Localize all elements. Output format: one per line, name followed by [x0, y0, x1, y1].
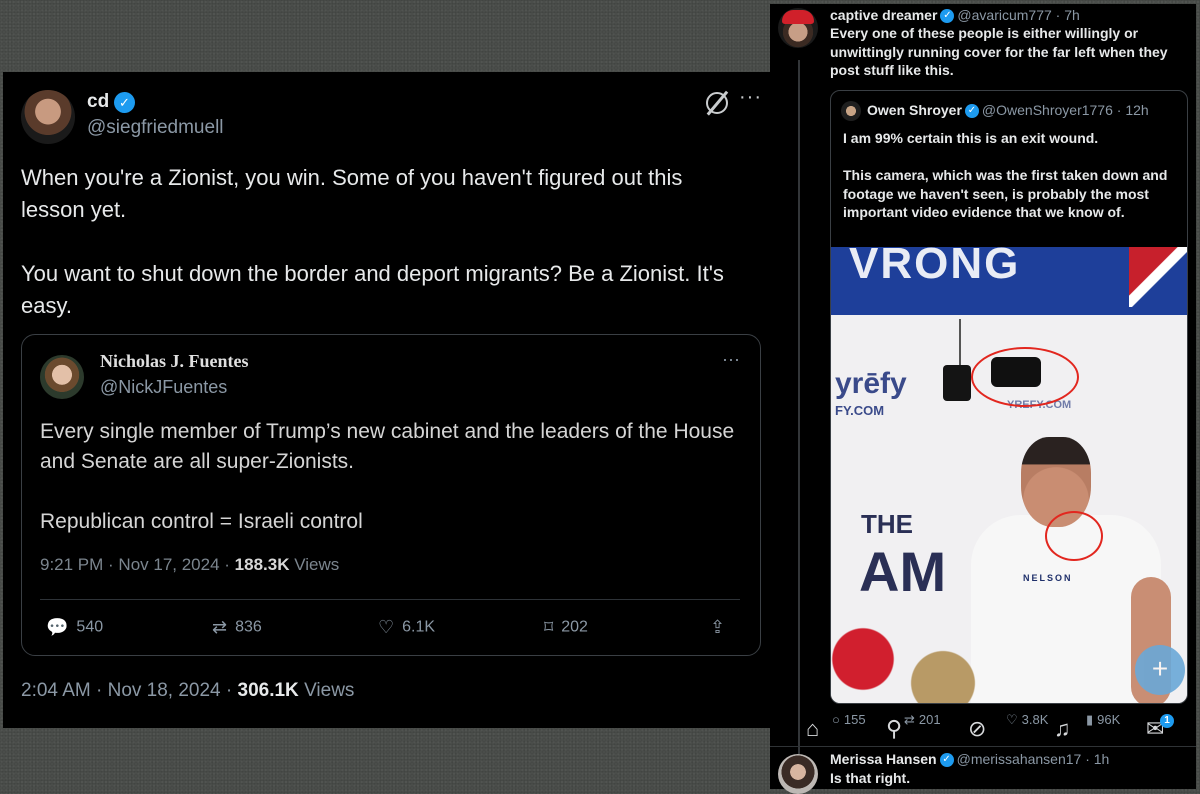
tweet-time: 2:04 AM · Nov 18, 2024 · — [21, 680, 238, 701]
thread-connector — [798, 60, 800, 754]
backdrop-brand: yrēfy — [835, 367, 907, 400]
verified-badge-icon: ✓ — [940, 9, 955, 24]
quote-author-name[interactable]: Owen Shroyer — [867, 102, 962, 118]
grok-icon[interactable]: ⊘ — [968, 716, 986, 742]
share-icon: ⇪ — [710, 617, 726, 637]
tweet-text: When you're a Zionist, you win. Some of … — [21, 165, 724, 318]
like-button[interactable]: ♡ 6.1K — [378, 617, 435, 638]
avatar[interactable] — [841, 101, 861, 121]
reply-author-handle[interactable]: @avaricum777 · 7h — [957, 7, 1079, 23]
annotation-circle — [1045, 511, 1103, 561]
reply-count: 155 — [843, 712, 866, 727]
backdrop-url: FY.COM — [835, 403, 885, 418]
avatar[interactable] — [40, 355, 84, 399]
right-thread-card: captive dreamer ✓ @avaricum777 · 7h Every … — [770, 4, 1196, 794]
messages-badge: 1 — [1160, 714, 1174, 728]
backdrop-word-2: AM — [859, 540, 947, 603]
banner-text: VRONG — [849, 247, 1021, 288]
repost-icon: ⇄ — [212, 617, 228, 637]
like-count: 3.8K — [1021, 712, 1049, 727]
quote-views-count: 188.3K — [234, 555, 290, 574]
reply-icon: ○ — [832, 712, 840, 727]
grok-icon[interactable] — [706, 92, 728, 114]
avatar[interactable] — [778, 8, 818, 48]
reply-count: 540 — [76, 618, 104, 636]
repost-count: 836 — [235, 618, 262, 636]
quote-author-name[interactable]: Nicholas J. Fuentes — [100, 351, 249, 372]
tweet-timestamp: 2:04 AM · Nov 18, 2024 · 306.1K Views — [21, 680, 354, 702]
reply-button[interactable]: 💬 540 — [46, 617, 103, 638]
quote-author-handle[interactable]: @NickJFuentes — [100, 377, 227, 398]
home-icon[interactable]: ⌂ — [806, 716, 819, 742]
quoted-tweet[interactable]: Nicholas J. Fuentes @NickJFuentes ··· Ev… — [21, 334, 761, 656]
quote-views-label: Views — [289, 555, 340, 574]
repost-button[interactable]: ⇄ 201 — [904, 712, 941, 728]
reply-header: captive dreamer ✓ @avaricum777 · 7h — [830, 7, 1080, 24]
reply-text: Every one of these people is either will… — [830, 25, 1168, 78]
bookmark-count: 202 — [561, 618, 588, 636]
bookmark-button[interactable]: ⌑ 202 — [544, 617, 588, 638]
verified-badge-icon: ✓ — [939, 753, 954, 768]
reply-text: Is that right. — [830, 770, 911, 786]
more-options-icon[interactable]: ··· — [739, 86, 762, 109]
repost-count: 201 — [918, 712, 941, 727]
bookmark-icon: ⌑ — [544, 617, 554, 637]
quote-author-handle[interactable]: @OwenShroyer1776 · 12h — [982, 102, 1149, 118]
views-icon: ▮ — [1086, 712, 1094, 727]
compose-plus-icon[interactable]: + — [1135, 645, 1185, 695]
shirt-text: NELSON — [1023, 573, 1073, 583]
avatar[interactable] — [21, 90, 75, 144]
quote-timestamp: 9:21 PM · Nov 17, 2024 · 188.3K Views — [40, 555, 339, 575]
backdrop-word: THE — [861, 509, 913, 539]
heart-icon: ♡ — [378, 617, 395, 637]
camera-body — [943, 365, 971, 401]
views-button[interactable]: ▮ 96K — [1086, 712, 1120, 728]
left-tweet-card: cd ✓ @siegfriedmuell ··· When you're a Z… — [3, 72, 770, 728]
quoted-tweet[interactable]: Owen Shroyer ✓ @OwenShroyer1776 · 12h I am… — [830, 90, 1188, 704]
divider — [40, 599, 740, 600]
like-button[interactable]: ♡ 3.8K — [1006, 712, 1048, 728]
avatar[interactable] — [778, 754, 818, 794]
share-button[interactable]: ⇪ — [710, 617, 733, 638]
views-count: 96K — [1097, 712, 1121, 727]
verified-badge-icon: ✓ — [964, 104, 979, 119]
quote-header: Owen Shroyer ✓ @OwenShroyer1776 · 12h — [867, 102, 1149, 119]
more-options-icon[interactable]: ··· — [722, 349, 740, 370]
author-handle[interactable]: @siegfriedmuell — [87, 117, 224, 139]
video-frame[interactable]: VRONG yrēfy FY.COM YREFY.COM THE AM NELS… — [831, 247, 1187, 703]
camera-stand — [959, 319, 961, 365]
divider — [770, 746, 1196, 747]
author-name[interactable]: cd — [87, 91, 109, 113]
reply-author-name[interactable]: captive dreamer — [830, 7, 937, 23]
banner-flag-shape — [1129, 247, 1187, 307]
notifications-icon[interactable]: ♫ — [1054, 716, 1071, 742]
reply-author-handle[interactable]: @merissahansen17 · 1h — [957, 751, 1110, 767]
stage-banner: VRONG — [831, 247, 1187, 315]
repost-icon: ⇄ — [904, 712, 915, 727]
reply-button[interactable]: ○ 155 — [832, 712, 866, 727]
crowd — [831, 627, 991, 703]
heart-icon: ♡ — [1006, 712, 1018, 727]
quote-text: I am 99% certain this is an exit wound. … — [843, 130, 1168, 220]
views-label: Views — [298, 680, 355, 701]
reply-header: Merissa Hansen ✓ @merissahansen17 · 1h — [830, 751, 1110, 768]
like-count: 6.1K — [402, 618, 436, 636]
quote-text: Every single member of Trump’s new cabin… — [40, 420, 735, 533]
search-icon[interactable]: ⚲ — [886, 716, 902, 742]
reply-icon: 💬 — [46, 617, 69, 637]
annotation-circle — [971, 347, 1079, 407]
quote-time: 9:21 PM · Nov 17, 2024 · — [40, 555, 235, 574]
views-count: 306.1K — [237, 680, 299, 701]
repost-button[interactable]: ⇄ 836 — [212, 617, 262, 638]
reply-author-name[interactable]: Merissa Hansen — [830, 751, 937, 767]
verified-badge-icon: ✓ — [114, 92, 135, 113]
